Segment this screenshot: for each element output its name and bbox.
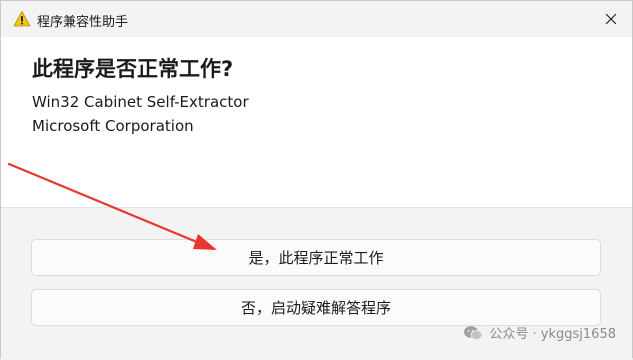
window-title: 程序兼容性助手 — [37, 15, 129, 30]
close-button[interactable] — [596, 5, 626, 33]
watermark-text: 公众号 · ykggsj1658 — [489, 327, 616, 342]
title-bar: 程序兼容性助手 — [1, 1, 632, 37]
program-publisher: Microsoft Corporation — [32, 117, 194, 135]
close-icon — [605, 13, 617, 25]
troubleshoot-button[interactable]: 否，启动疑难解答程序 — [31, 289, 601, 326]
dialog-heading: 此程序是否正常工作? — [32, 57, 234, 81]
program-name: Win32 Cabinet Self-Extractor — [32, 93, 249, 111]
wechat-icon — [464, 325, 483, 340]
watermark: 公众号 · ykggsj1658 — [463, 323, 616, 342]
content-area: 此程序是否正常工作? Win32 Cabinet Self-Extractor … — [1, 37, 632, 207]
works-correctly-button[interactable]: 是，此程序正常工作 — [31, 239, 601, 276]
dialog-window: 程序兼容性助手 此程序是否正常工作? Win32 Cabinet Self-Ex… — [0, 0, 633, 360]
warning-icon — [13, 11, 31, 27]
